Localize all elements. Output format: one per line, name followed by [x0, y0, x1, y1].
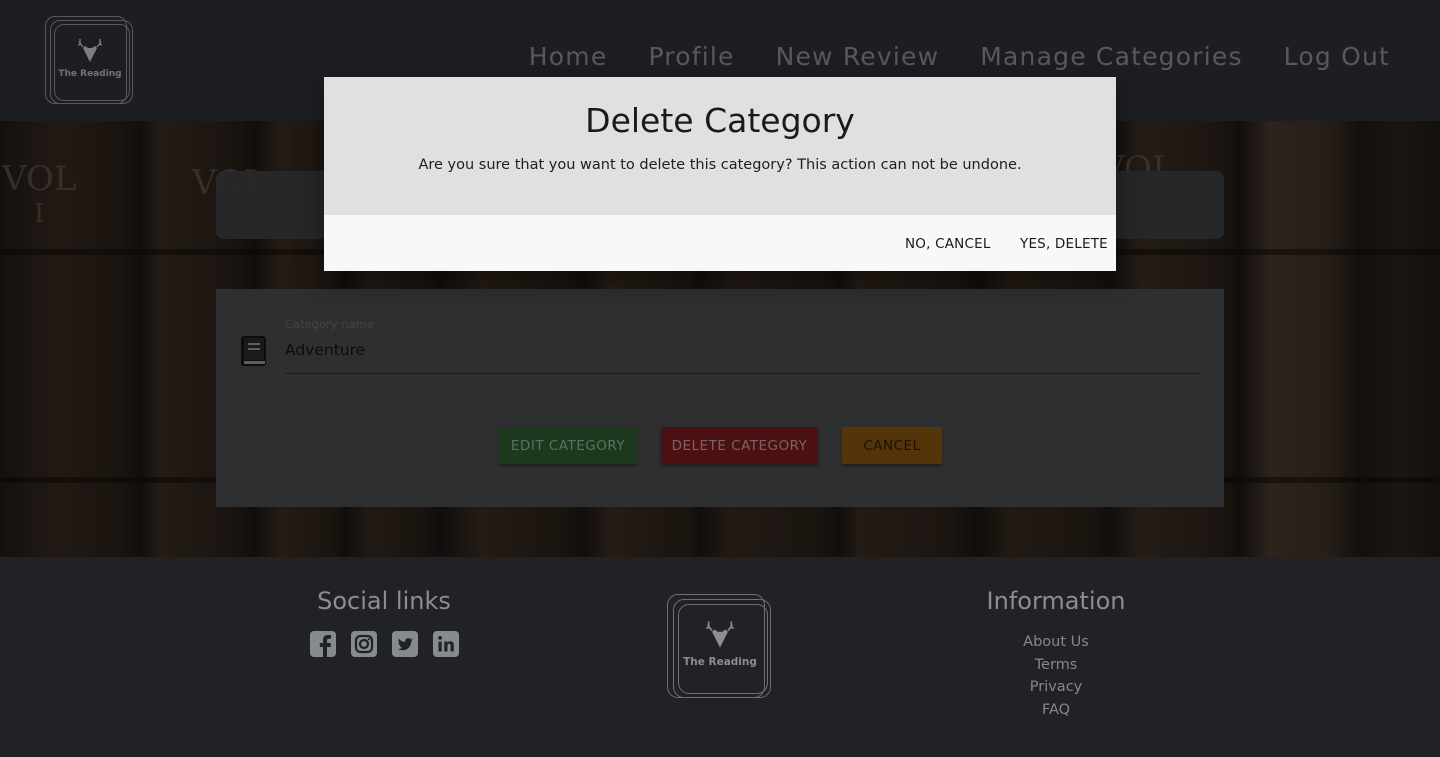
site-logo[interactable]: The Reading — [45, 16, 135, 106]
category-name-input[interactable]: Adventure — [285, 341, 365, 359]
delete-category-modal: Delete Category Are you sure that you wa… — [324, 77, 1116, 271]
input-underline — [285, 373, 1200, 374]
nav-log-out[interactable]: Log Out — [1284, 42, 1390, 71]
footer-link-privacy[interactable]: Privacy — [956, 676, 1156, 699]
category-name-label: Category name — [285, 317, 374, 331]
footer-link-faq[interactable]: FAQ — [956, 699, 1156, 722]
cancel-button[interactable]: CANCEL — [842, 427, 942, 464]
social-icons — [309, 630, 460, 658]
information-title: Information — [986, 587, 1126, 615]
footer-link-terms[interactable]: Terms — [956, 654, 1156, 677]
nav-home[interactable]: Home — [529, 42, 608, 71]
delete-category-button[interactable]: DELETE CATEGORY — [661, 427, 818, 464]
instagram-icon[interactable] — [350, 630, 378, 658]
yes-delete-button[interactable]: YES, DELETE — [1020, 236, 1108, 252]
nav-new-review[interactable]: New Review — [776, 42, 940, 71]
modal-content: Delete Category Are you sure that you wa… — [324, 77, 1116, 215]
book-spine-label: I — [34, 199, 45, 229]
twitter-icon[interactable] — [391, 630, 419, 658]
book-icon — [241, 336, 266, 366]
footer-logo-text: The Reading — [683, 656, 757, 668]
edit-category-button[interactable]: EDIT CATEGORY — [499, 427, 637, 464]
main-nav: Home Profile New Review Manage Categorie… — [529, 42, 1390, 71]
linkedin-icon[interactable] — [432, 630, 460, 658]
footer-logo[interactable]: The Reading — [667, 594, 773, 700]
information-links: About Us Terms Privacy FAQ — [956, 631, 1156, 721]
nav-manage-categories[interactable]: Manage Categories — [980, 42, 1242, 71]
book-spine-label: VOL — [2, 159, 77, 199]
modal-footer: NO, CANCEL YES, DELETE — [324, 215, 1116, 271]
deer-icon — [706, 621, 734, 648]
modal-message: Are you sure that you want to delete thi… — [418, 157, 1022, 173]
no-cancel-button[interactable]: NO, CANCEL — [905, 236, 991, 252]
facebook-icon[interactable] — [309, 630, 337, 658]
social-links-title: Social links — [317, 587, 451, 615]
nav-profile[interactable]: Profile — [648, 42, 734, 71]
deer-icon — [77, 39, 103, 62]
modal-title: Delete Category — [585, 101, 855, 140]
logo-text: The Reading — [58, 69, 122, 79]
footer-link-about-us[interactable]: About Us — [956, 631, 1156, 654]
